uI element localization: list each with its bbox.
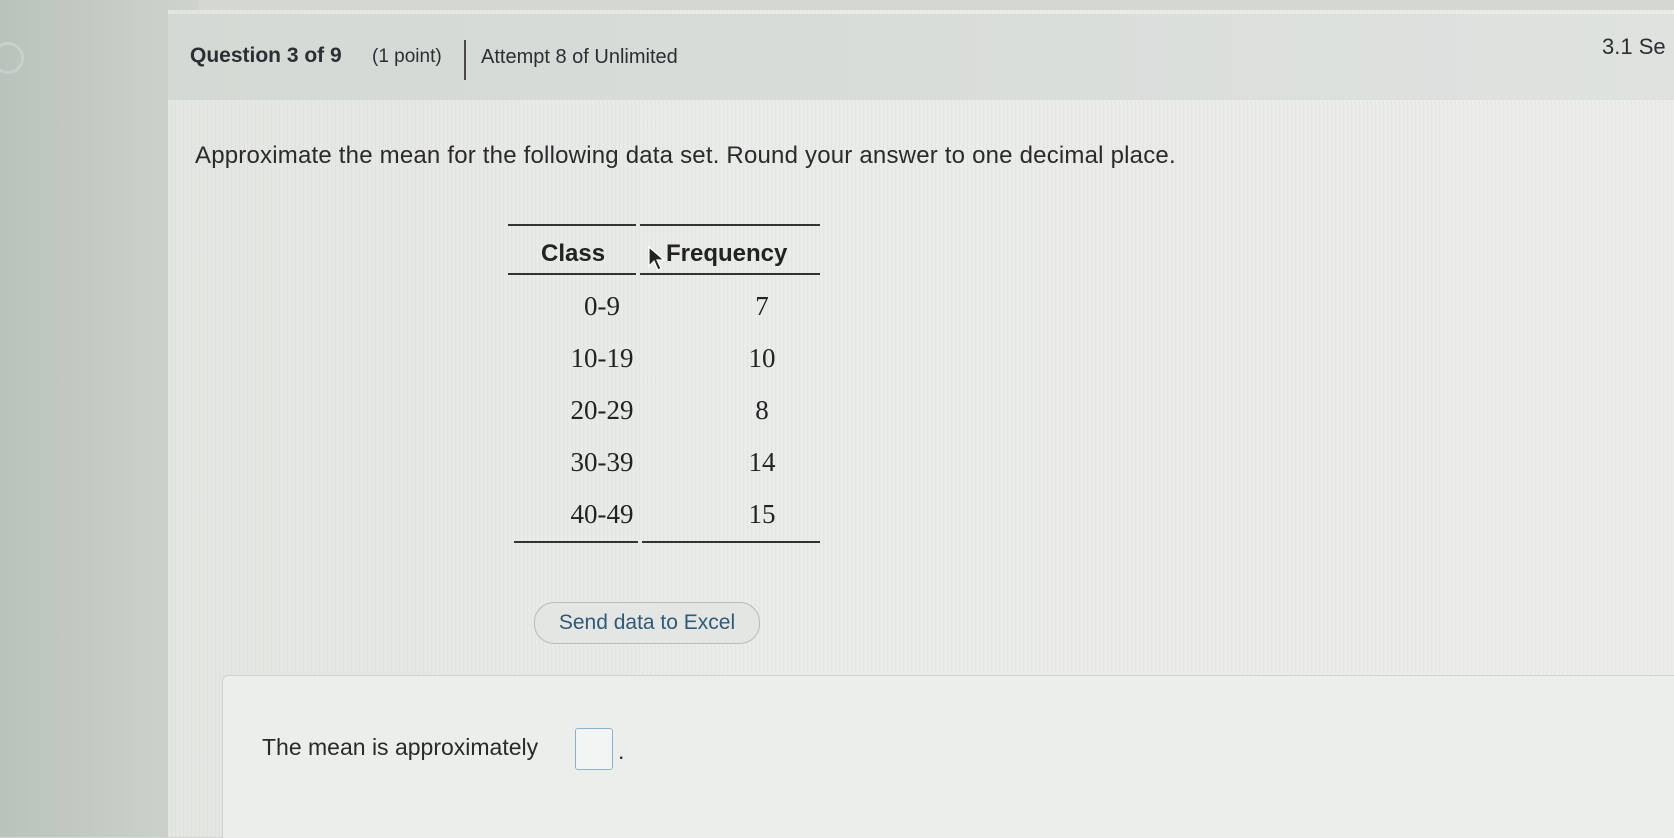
send-to-excel-button[interactable]: Send data to Excel <box>534 602 760 644</box>
answer-suffix: . <box>618 738 625 764</box>
table-cell-frequency: 10 <box>748 343 776 373</box>
table-cell-class: 30-39 <box>570 447 634 477</box>
mouse-pointer-icon <box>648 246 666 271</box>
answer-label: The mean is approximately <box>262 734 539 760</box>
table-cell-class: 10-19 <box>570 343 634 373</box>
table-header-rule <box>508 273 636 275</box>
table-cell-class: 20-29 <box>570 395 634 425</box>
table-cell-class: 0-9 <box>584 291 620 321</box>
question-prompt: Approximate the mean for the following d… <box>195 142 1176 169</box>
table-top-rule <box>508 224 636 226</box>
table-cell-frequency: 15 <box>748 499 776 529</box>
column-header-class: Class <box>541 240 606 267</box>
table-bottom-rule <box>514 541 638 543</box>
attempt-counter: Attempt 8 of Unlimited <box>481 46 678 68</box>
question-points: (1 point) <box>372 46 442 67</box>
table-cell-class: 40-49 <box>570 499 634 529</box>
table-cell-frequency: 7 <box>755 291 769 321</box>
table-header-rule <box>640 273 820 275</box>
header-divider <box>464 40 466 80</box>
section-label: 3.1 Se <box>1602 34 1666 59</box>
table-cell-frequency: 14 <box>748 447 776 477</box>
table-bottom-rule <box>642 541 820 543</box>
question-number: Question 3 of 9 <box>190 44 342 67</box>
column-header-frequency: Frequency <box>666 240 788 267</box>
answer-input[interactable] <box>575 728 613 770</box>
table-cell-frequency: 8 <box>755 395 769 425</box>
table-top-rule <box>640 224 820 226</box>
